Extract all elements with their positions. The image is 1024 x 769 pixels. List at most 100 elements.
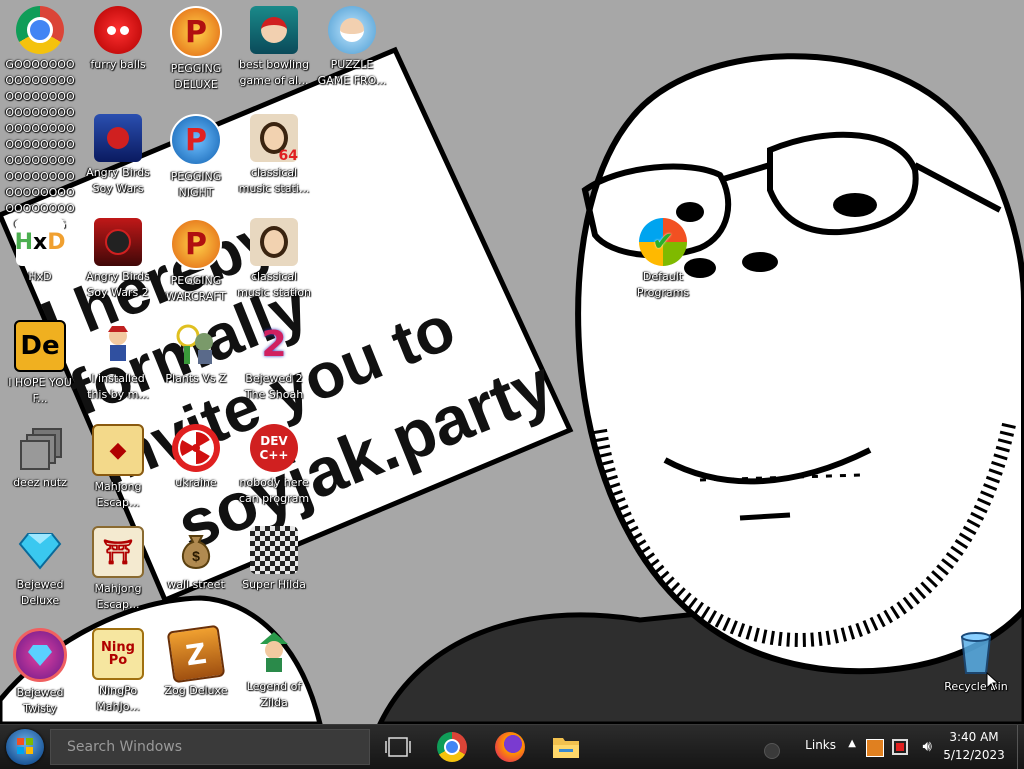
desktop-icon-label: Mahjong Escap... — [94, 582, 142, 611]
desktop-icon-label: I installed this by m... — [87, 372, 149, 401]
desktop-icon-ukraine[interactable]: ukraine — [158, 418, 234, 518]
desktop-icon-label: I HOPE YOU F... — [8, 376, 72, 405]
default-programs-icon: ✔ — [639, 218, 687, 266]
desktop-icon-label: NingPo MahJo... — [96, 684, 140, 713]
links-toolbar[interactable]: Links — [805, 738, 836, 752]
clock-time: 3:40 AM — [949, 730, 999, 744]
pirate-icon — [94, 320, 142, 368]
desktop-icon-label: Recycle Bin — [944, 680, 1008, 693]
money-bag-icon: $ — [172, 526, 220, 574]
desktop-icon-classical-64[interactable]: 64 classical music stati... — [236, 108, 312, 208]
zuma-icon: Z — [166, 624, 226, 684]
update-icon[interactable] — [866, 739, 884, 757]
task-view-icon — [385, 737, 411, 757]
desktop-icon-wall-street[interactable]: $ wall street — [158, 520, 234, 620]
desktop-icon-best-bowling[interactable]: best bowling game of al... — [236, 0, 312, 100]
desktop-icon-recycle-bin[interactable]: Recycle Bin — [938, 622, 1014, 722]
desktop-icon-label: PEGGING DELUXE — [170, 62, 222, 91]
mahjong-torii-icon: ⛩ — [92, 526, 144, 578]
dev-cpp-icon: DEV C++ — [250, 424, 298, 472]
stacked-windows-icon — [16, 424, 64, 472]
desktop-icon-i-installed[interactable]: I installed this by m... — [80, 314, 156, 414]
desktop-icon-label: ukraine — [175, 476, 217, 489]
desktop-icon-angry-birds-soy-wars[interactable]: Angry Birds Soy Wars — [80, 108, 156, 208]
desktop-icon-i-hope[interactable]: De I HOPE YOU F... — [2, 314, 78, 414]
desktop-icon-mahjong-1[interactable]: ◆ Mahjong Escap... — [80, 418, 156, 518]
desktop-icon-zog-deluxe[interactable]: Z Zog Deluxe — [158, 622, 234, 722]
desktop-icon-label: Bejewed 2 The Shoah — [244, 372, 304, 401]
desktop-icon-hxd[interactable]: HxD HxD — [2, 212, 78, 312]
network-icon[interactable] — [892, 739, 908, 755]
bowling-santa-icon — [250, 6, 298, 54]
desktop-icon-nobody-here[interactable]: DEV C++ nobody here can program — [236, 418, 312, 518]
firefox-icon — [495, 732, 525, 762]
desktop-icon-label: Bejewed Deluxe — [16, 578, 64, 607]
desktop-icon-angry-birds-soy-wars-2[interactable]: Angry Birds Soy Wars 2 — [80, 212, 156, 312]
de-icon: De — [14, 320, 66, 372]
desktop-icon-bejewed-twisty[interactable]: Bejewed Twisty — [2, 622, 78, 722]
desktop-icon-label: classical music stati... — [238, 166, 310, 195]
desktop-icon-legend-of-zilda[interactable]: Legend of Zilda — [236, 622, 312, 722]
desktop-icon-bejewed-deluxe[interactable]: Bejewed Deluxe — [2, 520, 78, 620]
desktop-icon-label: furry balls — [90, 58, 146, 71]
volume-icon[interactable]: 🔊︎ — [923, 737, 932, 755]
desktop-icon-furry-balls[interactable]: furry balls — [80, 0, 156, 100]
plants-vs-zombies-icon — [172, 320, 220, 368]
desktop-icon-classical-station[interactable]: classical music station — [236, 212, 312, 312]
portrait-icon — [250, 218, 298, 266]
desktop-icon-label: GOOOOOOOOOOOOOOOOOOOOOOOOOOOOOOOOOOOOOOO… — [5, 58, 75, 231]
task-view-button[interactable] — [378, 729, 418, 765]
desktop-icon-label: Super Hilda — [242, 578, 306, 591]
start-button[interactable] — [6, 729, 44, 765]
desktop-icon-label: PEGGING NIGHT — [170, 170, 222, 199]
show-hidden-icons-chevron-icon[interactable]: ▲ — [848, 738, 856, 749]
desktop-icon-label: Angry Birds Soy Wars 2 — [86, 270, 150, 299]
desktop-icon-pegging-warcraft[interactable]: P PEGGING WARCRAFT — [158, 212, 234, 312]
taskbar-chrome-button[interactable] — [432, 729, 472, 765]
show-desktop-button[interactable] — [1017, 725, 1024, 769]
desktop-icon-deez-nutz[interactable]: deez nutz — [2, 418, 78, 518]
svg-text:$: $ — [192, 548, 200, 564]
desktop-icon-label: Legend of Zilda — [246, 680, 302, 709]
desktop-icon-pegging-night[interactable]: P PEGGING NIGHT — [158, 108, 234, 208]
recycle-bin-icon — [952, 628, 1000, 676]
desktop-icon-label: wall street — [167, 578, 225, 591]
desktop-icon-label: Default Programs — [636, 270, 690, 299]
desktop-icon-label: Plants Vs Z — [165, 372, 227, 385]
mouse-cursor-icon — [986, 672, 1000, 692]
chrome-icon — [16, 6, 64, 54]
desktop-icon-label: HxD — [28, 270, 52, 283]
desktop-icon-default-programs[interactable]: ✔ Default Programs — [625, 212, 701, 312]
portrait-64-icon: 64 — [250, 114, 298, 164]
taskbar-explorer-button[interactable] — [546, 729, 586, 765]
desktop-icon-label: Mahjong Escap... — [94, 480, 142, 509]
desktop-icon-label: classical music station — [237, 270, 311, 299]
red-fuzzball-icon — [94, 6, 142, 54]
windows-logo-icon — [17, 738, 33, 754]
desktop-icon-label: Zog Deluxe — [164, 684, 228, 697]
desktop-icon-grid: GOOOOOOOOOOOOOOOOOOOOOOOOOOOOOOOOOOOOOOO… — [0, 0, 1024, 724]
search-input[interactable]: Search Windows — [50, 729, 370, 765]
peggle-icon: P — [170, 218, 222, 270]
desktop-icon-label: nobody here can program — [238, 476, 310, 505]
taskbar-firefox-button[interactable] — [490, 729, 530, 765]
desktop-icon-mahjong-2[interactable]: ⛩ Mahjong Escap... — [80, 520, 156, 620]
desktop-icon-pegging-deluxe[interactable]: P PEGGING DELUXE — [158, 0, 234, 100]
desktop-icon-label: Bejewed Twisty — [16, 686, 64, 715]
radiation-icon — [172, 424, 220, 472]
diamond-icon — [16, 526, 64, 574]
peggle-icon: P — [170, 6, 222, 58]
desktop-icon-label: deez nutz — [13, 476, 67, 489]
clock[interactable]: 3:40 AM 5/12/2023 — [936, 728, 1012, 764]
desktop-icon-label: PEGGING WARCRAFT — [165, 274, 227, 303]
desktop-icon-puzzle-game[interactable]: PUZZLE GAME FRO... — [314, 0, 390, 100]
desktop-icon-chrome[interactable]: GOOOOOOOOOOOOOOOOOOOOOOOOOOOOOOOOOOOOOOO… — [2, 0, 78, 231]
desktop-icon-super-hilda[interactable]: Super Hilda — [236, 520, 312, 620]
chrome-icon — [437, 732, 467, 762]
angry-birds-star-wars-2-icon — [94, 218, 142, 266]
desktop-icon-plants-vs-z[interactable]: Plants Vs Z — [158, 314, 234, 414]
desktop-icon-ningpo[interactable]: Ning Po NingPo MahJo... — [80, 622, 156, 722]
pixel-character-icon — [250, 526, 298, 574]
desktop-icon-bejewed-2[interactable]: 2 Bejewed 2 The Shoah — [236, 314, 312, 414]
puzzle-old-man-icon — [328, 6, 376, 54]
